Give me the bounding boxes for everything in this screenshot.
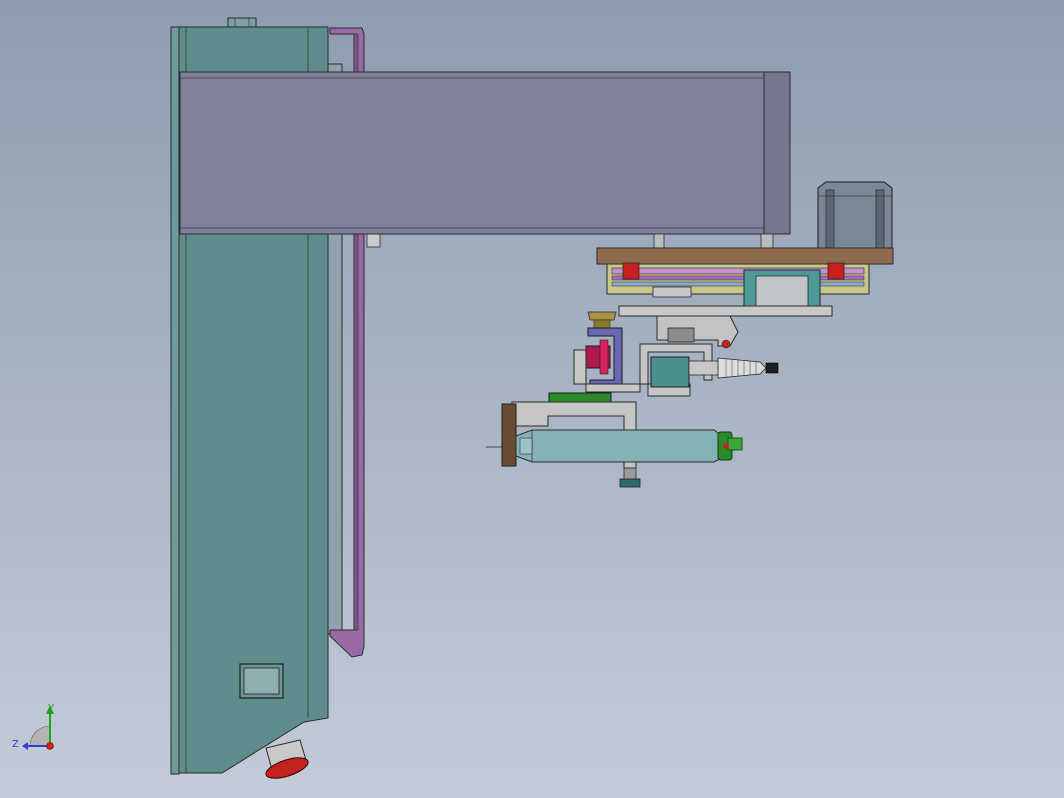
column-top-cap	[227, 17, 257, 28]
lead-screw	[611, 267, 865, 275]
linear-stage	[596, 247, 894, 317]
horizontal-arm	[179, 71, 791, 249]
roller-foot	[619, 478, 641, 488]
left-clamp	[622, 262, 640, 280]
roller-assembly	[486, 401, 743, 488]
emergency-stop-button	[265, 739, 309, 779]
rail-stop-block	[366, 233, 381, 248]
arm-body	[179, 71, 791, 235]
mount-plate	[596, 247, 894, 265]
orientation-triad[interactable]: Y Z	[12, 703, 55, 750]
x-axis-dot	[46, 742, 54, 750]
roller-gear	[717, 431, 743, 461]
gripper-mechanism	[548, 311, 779, 405]
switch-panel	[243, 667, 280, 695]
cad-viewport[interactable]: Y Z	[0, 0, 1064, 798]
right-clamp	[827, 262, 845, 280]
roller	[515, 429, 723, 463]
z-axis-label: Z	[12, 739, 19, 750]
y-axis-label: Y	[47, 703, 55, 714]
roller-end-plate	[501, 403, 517, 467]
arm-end-cap	[763, 71, 791, 235]
threaded-rod	[717, 357, 767, 379]
assembly-drawing: Y Z	[12, 17, 894, 779]
adjust-knob	[587, 311, 617, 321]
rod-tip	[765, 362, 779, 374]
column-back-plate	[170, 26, 180, 775]
stepper-motor	[817, 181, 893, 249]
teal-block	[650, 356, 690, 388]
support-bar	[618, 305, 833, 317]
z-axis-arrow	[22, 742, 28, 750]
triad-view-plane	[29, 725, 51, 747]
